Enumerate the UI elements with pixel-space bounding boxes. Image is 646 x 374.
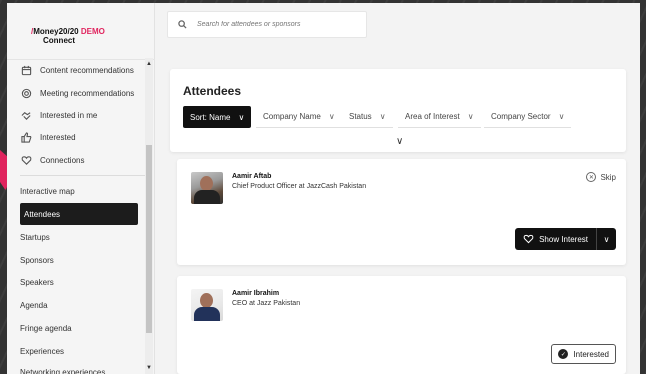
area-of-interest-filter[interactable]: Area of Interest ∨ bbox=[398, 106, 481, 128]
avatar[interactable] bbox=[191, 172, 223, 204]
expand-filters-chevron-icon[interactable]: ∨ bbox=[396, 136, 403, 147]
interested-button[interactable]: ✓ Interested bbox=[551, 344, 616, 364]
attendee-card: Aamir Ibrahim CEO at Jazz Pakistan ✓ Int… bbox=[177, 276, 626, 374]
sidebar: /Money20/20 DEMO Connect Content recomme… bbox=[7, 3, 155, 374]
target-icon bbox=[20, 87, 32, 99]
sidebar-item-sponsors[interactable]: Sponsors bbox=[20, 249, 138, 271]
skip-label: Skip bbox=[600, 172, 616, 182]
attendee-role: CEO at Jazz Pakistan bbox=[232, 300, 301, 307]
filter-label: Area of Interest bbox=[405, 112, 460, 121]
chevron-down-icon: ∨ bbox=[238, 112, 245, 122]
filter-label: Sort: Name bbox=[190, 112, 231, 122]
attendees-filter-panel: Attendees Sort: Name ∨ Company Name ∨ St… bbox=[170, 69, 626, 152]
sidebar-item-label: Meeting recommendations bbox=[40, 88, 135, 98]
sidebar-item-interactive-map[interactable]: Interactive map bbox=[20, 180, 138, 202]
sidebar-item-agenda[interactable]: Agenda bbox=[20, 294, 138, 316]
close-icon: ✕ bbox=[586, 172, 597, 182]
show-interest-button[interactable]: Show Interest ∨ bbox=[515, 228, 616, 250]
sidebar-item-interested-in-me[interactable]: Interested in me bbox=[20, 105, 145, 125]
filter-label: Status bbox=[349, 112, 372, 121]
sidebar-item-experiences[interactable]: Experiences bbox=[20, 340, 138, 362]
demo-label: DEMO bbox=[80, 27, 105, 36]
handshake-icon bbox=[523, 234, 534, 244]
show-interest-main[interactable]: Show Interest bbox=[515, 228, 596, 250]
company-name-filter[interactable]: Company Name ∨ bbox=[256, 106, 342, 128]
divider bbox=[20, 175, 145, 176]
sidebar-item-content-recommendations[interactable]: Content recommendations bbox=[20, 60, 145, 80]
filter-label: Company Sector bbox=[491, 112, 551, 121]
sidebar-item-connections[interactable]: Connections bbox=[20, 150, 145, 170]
page-title: Attendees bbox=[183, 84, 242, 98]
attendee-role: Chief Product Officer at JazzCash Pakist… bbox=[232, 183, 367, 190]
show-interest-label: Show Interest bbox=[539, 234, 588, 244]
chevron-down-icon: ∨ bbox=[558, 112, 565, 121]
search-icon bbox=[178, 20, 187, 29]
sidebar-item-label: Content recommendations bbox=[40, 65, 134, 75]
sidebar-item-meeting-recommendations[interactable]: Meeting recommendations bbox=[20, 83, 145, 103]
sidebar-item-speakers[interactable]: Speakers bbox=[20, 271, 138, 293]
handshake-heart-icon bbox=[20, 154, 32, 166]
scroll-up-arrow-icon[interactable]: ▲ bbox=[146, 61, 152, 67]
search-bar[interactable] bbox=[167, 11, 367, 38]
sidebar-item-networking-experiences[interactable]: Networking experiences bbox=[20, 361, 138, 374]
search-input[interactable] bbox=[197, 21, 357, 28]
app-window: /Money20/20 DEMO Connect Content recomme… bbox=[7, 3, 640, 374]
sidebar-item-label: Interested in me bbox=[40, 110, 98, 120]
sidebar-item-label: Connections bbox=[40, 155, 85, 165]
skip-button[interactable]: ✕ Skip bbox=[586, 172, 616, 182]
calendar-check-icon bbox=[20, 64, 32, 76]
scroll-down-arrow-icon[interactable]: ▼ bbox=[146, 365, 152, 371]
sidebar-item-attendees[interactable]: Attendees bbox=[20, 203, 138, 225]
chevron-down-icon[interactable]: ∨ bbox=[596, 228, 616, 250]
top-bar bbox=[155, 3, 640, 48]
chevron-down-icon: ∨ bbox=[467, 112, 474, 121]
brand-subtitle: Connect bbox=[43, 36, 75, 45]
handshake-icon bbox=[20, 109, 32, 121]
attendee-name[interactable]: Aamir Ibrahim bbox=[232, 290, 279, 297]
sort-name-filter[interactable]: Sort: Name ∨ bbox=[183, 106, 252, 128]
sidebar-item-startups[interactable]: Startups bbox=[20, 226, 138, 248]
sidebar-item-label: Interested bbox=[40, 132, 76, 142]
company-sector-filter[interactable]: Company Sector ∨ bbox=[484, 106, 572, 128]
filter-label: Company Name bbox=[263, 112, 321, 121]
attendee-card: Aamir Aftab Chief Product Officer at Jaz… bbox=[177, 159, 626, 265]
brand-logo[interactable]: /Money20/20 DEMO Connect bbox=[31, 27, 105, 45]
brand-name: Money20/20 bbox=[33, 27, 79, 36]
status-filter[interactable]: Status ∨ bbox=[342, 106, 393, 128]
scrollbar-thumb[interactable] bbox=[146, 145, 152, 333]
interested-label: Interested bbox=[573, 349, 609, 359]
thumbs-up-icon bbox=[20, 131, 32, 143]
chevron-down-icon: ∨ bbox=[379, 112, 386, 121]
check-icon: ✓ bbox=[558, 349, 569, 359]
attendee-name[interactable]: Aamir Aftab bbox=[232, 173, 271, 180]
sidebar-item-interested[interactable]: Interested bbox=[20, 127, 145, 147]
sidebar-item-fringe-agenda[interactable]: Fringe agenda bbox=[20, 317, 138, 339]
chevron-down-icon: ∨ bbox=[328, 112, 335, 121]
avatar[interactable] bbox=[191, 289, 223, 321]
